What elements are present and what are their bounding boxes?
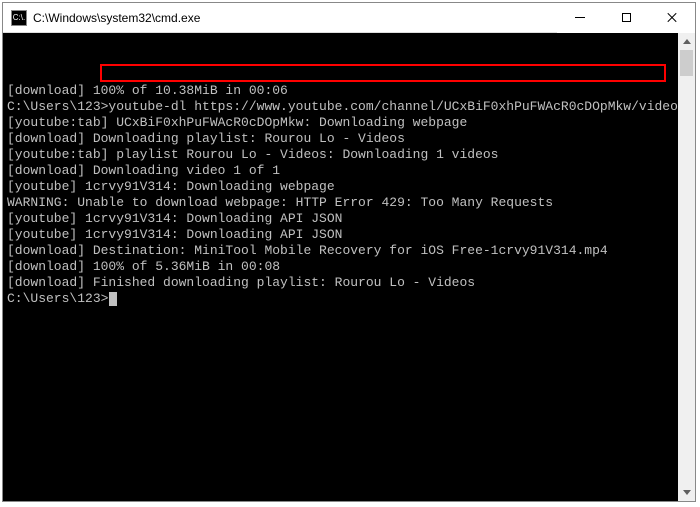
cmd-icon: C:\. <box>11 10 27 26</box>
window-controls <box>557 3 695 33</box>
terminal-container: [download] 100% of 10.38MiB in 00:06C:\U… <box>3 33 695 501</box>
cursor <box>109 292 117 306</box>
command-highlight-box <box>100 64 666 82</box>
terminal-line: [download] 100% of 10.38MiB in 00:06 <box>7 83 674 99</box>
terminal-line: [download] Destination: MiniTool Mobile … <box>7 243 674 259</box>
terminal-line: [youtube:tab] playlist Rourou Lo - Video… <box>7 147 674 163</box>
maximize-icon <box>622 13 631 22</box>
terminal-line: [download] Downloading video 1 of 1 <box>7 163 674 179</box>
minimize-icon <box>575 17 585 18</box>
terminal-line: [youtube:tab] UCxBiF0xhPuFWAcR0cDOpMkw: … <box>7 115 674 131</box>
terminal-line: C:\Users\123>youtube-dl https://www.yout… <box>7 99 674 115</box>
chevron-up-icon <box>683 39 691 44</box>
terminal-line: [youtube] 1crvy91V314: Downloading API J… <box>7 227 674 243</box>
scrollbar-thumb[interactable] <box>680 50 693 76</box>
vertical-scrollbar[interactable] <box>678 33 695 501</box>
terminal-line: [download] 100% of 5.36MiB in 00:08 <box>7 259 674 275</box>
titlebar[interactable]: C:\. C:\Windows\system32\cmd.exe <box>3 3 695 33</box>
close-icon <box>666 12 678 24</box>
window-title: C:\Windows\system32\cmd.exe <box>27 11 557 25</box>
terminal-output[interactable]: [download] 100% of 10.38MiB in 00:06C:\U… <box>3 33 678 501</box>
scroll-down-button[interactable] <box>678 484 695 501</box>
terminal-line: WARNING: Unable to download webpage: HTT… <box>7 195 674 211</box>
terminal-line: [download] Downloading playlist: Rourou … <box>7 131 674 147</box>
cmd-window: C:\. C:\Windows\system32\cmd.exe [downlo… <box>2 2 696 502</box>
terminal-prompt[interactable]: C:\Users\123> <box>7 291 674 307</box>
prompt-text: C:\Users\123> <box>7 291 108 306</box>
terminal-line: [download] Finished downloading playlist… <box>7 275 674 291</box>
chevron-down-icon <box>683 490 691 495</box>
minimize-button[interactable] <box>557 3 603 33</box>
maximize-button[interactable] <box>603 3 649 33</box>
scroll-up-button[interactable] <box>678 33 695 50</box>
close-button[interactable] <box>649 3 695 33</box>
terminal-line: [youtube] 1crvy91V314: Downloading API J… <box>7 211 674 227</box>
terminal-line: [youtube] 1crvy91V314: Downloading webpa… <box>7 179 674 195</box>
